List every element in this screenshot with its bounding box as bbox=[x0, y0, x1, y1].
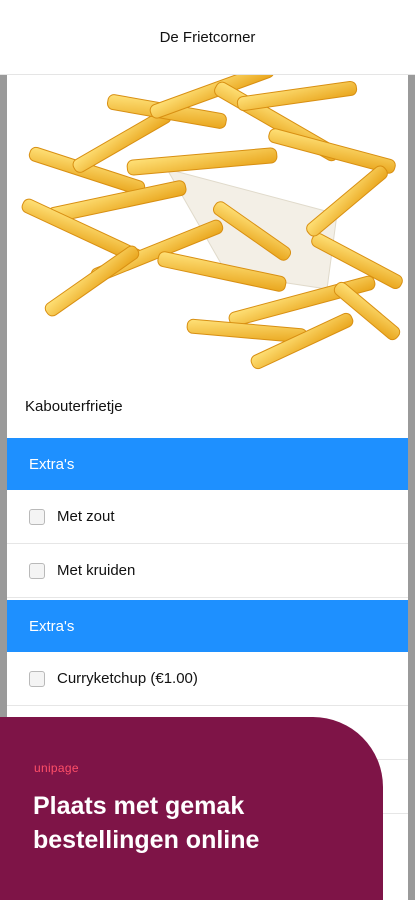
fries-photo-graphic bbox=[7, 74, 408, 374]
product-name: Kabouterfrietje bbox=[25, 397, 123, 415]
option-label: Met kruiden bbox=[57, 562, 136, 579]
section-title: Extra's bbox=[29, 455, 75, 473]
section-header-extras-2: Extra's bbox=[7, 600, 408, 652]
option-met-zout[interactable]: Met zout bbox=[7, 490, 408, 544]
option-curryketchup[interactable]: Curryketchup (€1.00) bbox=[7, 652, 408, 706]
checkbox[interactable] bbox=[29, 508, 45, 525]
option-label: Met zout bbox=[57, 508, 115, 525]
section-title: Extra's bbox=[29, 617, 75, 635]
checkbox[interactable] bbox=[29, 670, 45, 687]
promo-banner[interactable]: unipage Plaats met gemak bestellingen on… bbox=[0, 717, 383, 900]
option-label: Curryketchup (€1.00) bbox=[57, 670, 198, 687]
option-met-kruiden[interactable]: Met kruiden bbox=[7, 544, 408, 598]
checkbox[interactable] bbox=[29, 562, 45, 579]
section-header-extras: Extra's bbox=[7, 438, 408, 490]
unipage-logo: unipage bbox=[34, 761, 79, 775]
app-header: De Frietcorner bbox=[0, 0, 415, 75]
page-title: De Frietcorner bbox=[159, 28, 256, 46]
promo-headline: Plaats met gemak bestellingen online bbox=[33, 792, 260, 854]
fries-photo bbox=[7, 74, 408, 374]
